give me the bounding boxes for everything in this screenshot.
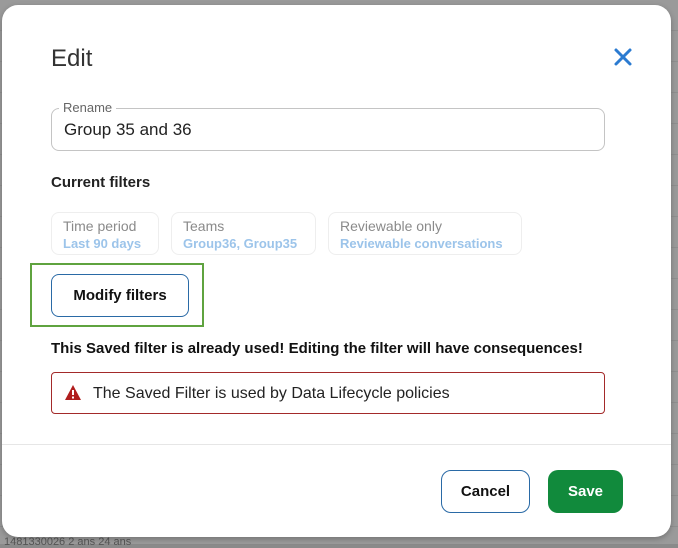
- close-icon: [614, 48, 632, 66]
- close-button[interactable]: [611, 45, 635, 69]
- rename-input[interactable]: [64, 109, 584, 150]
- warning-message: This Saved filter is already used! Editi…: [51, 340, 583, 357]
- edit-dialog: Edit Rename Current filters Time period …: [2, 5, 671, 537]
- modify-filters-button[interactable]: Modify filters: [51, 274, 189, 317]
- filter-chip-label: Teams: [183, 218, 225, 234]
- rename-field: Rename: [51, 100, 605, 151]
- filter-chip-value: Reviewable conversations: [340, 236, 503, 251]
- alert-text: The Saved Filter is used by Data Lifecyc…: [93, 385, 450, 402]
- filter-chip-teams: Teams Group36, Group35: [171, 212, 316, 255]
- footer-divider: [2, 444, 671, 445]
- cancel-button[interactable]: Cancel: [441, 470, 530, 513]
- filter-chip-value: Last 90 days: [63, 236, 142, 251]
- current-filters-label: Current filters: [51, 174, 151, 191]
- filter-chip-label: Reviewable only: [340, 218, 442, 234]
- filter-chip-reviewable: Reviewable only Reviewable conversations: [328, 212, 522, 255]
- dialog-title: Edit: [51, 45, 93, 72]
- filter-chip-time-period: Time period Last 90 days: [51, 212, 159, 255]
- filter-chip-value: Group36, Group35: [183, 236, 298, 251]
- save-button[interactable]: Save: [548, 470, 623, 513]
- backdrop-row-text: 1481330026 2 ans 24 ans: [4, 536, 132, 548]
- filter-chip-label: Time period: [63, 218, 137, 234]
- alert-banner: The Saved Filter is used by Data Lifecyc…: [51, 372, 605, 414]
- warning-triangle-icon: [65, 385, 81, 400]
